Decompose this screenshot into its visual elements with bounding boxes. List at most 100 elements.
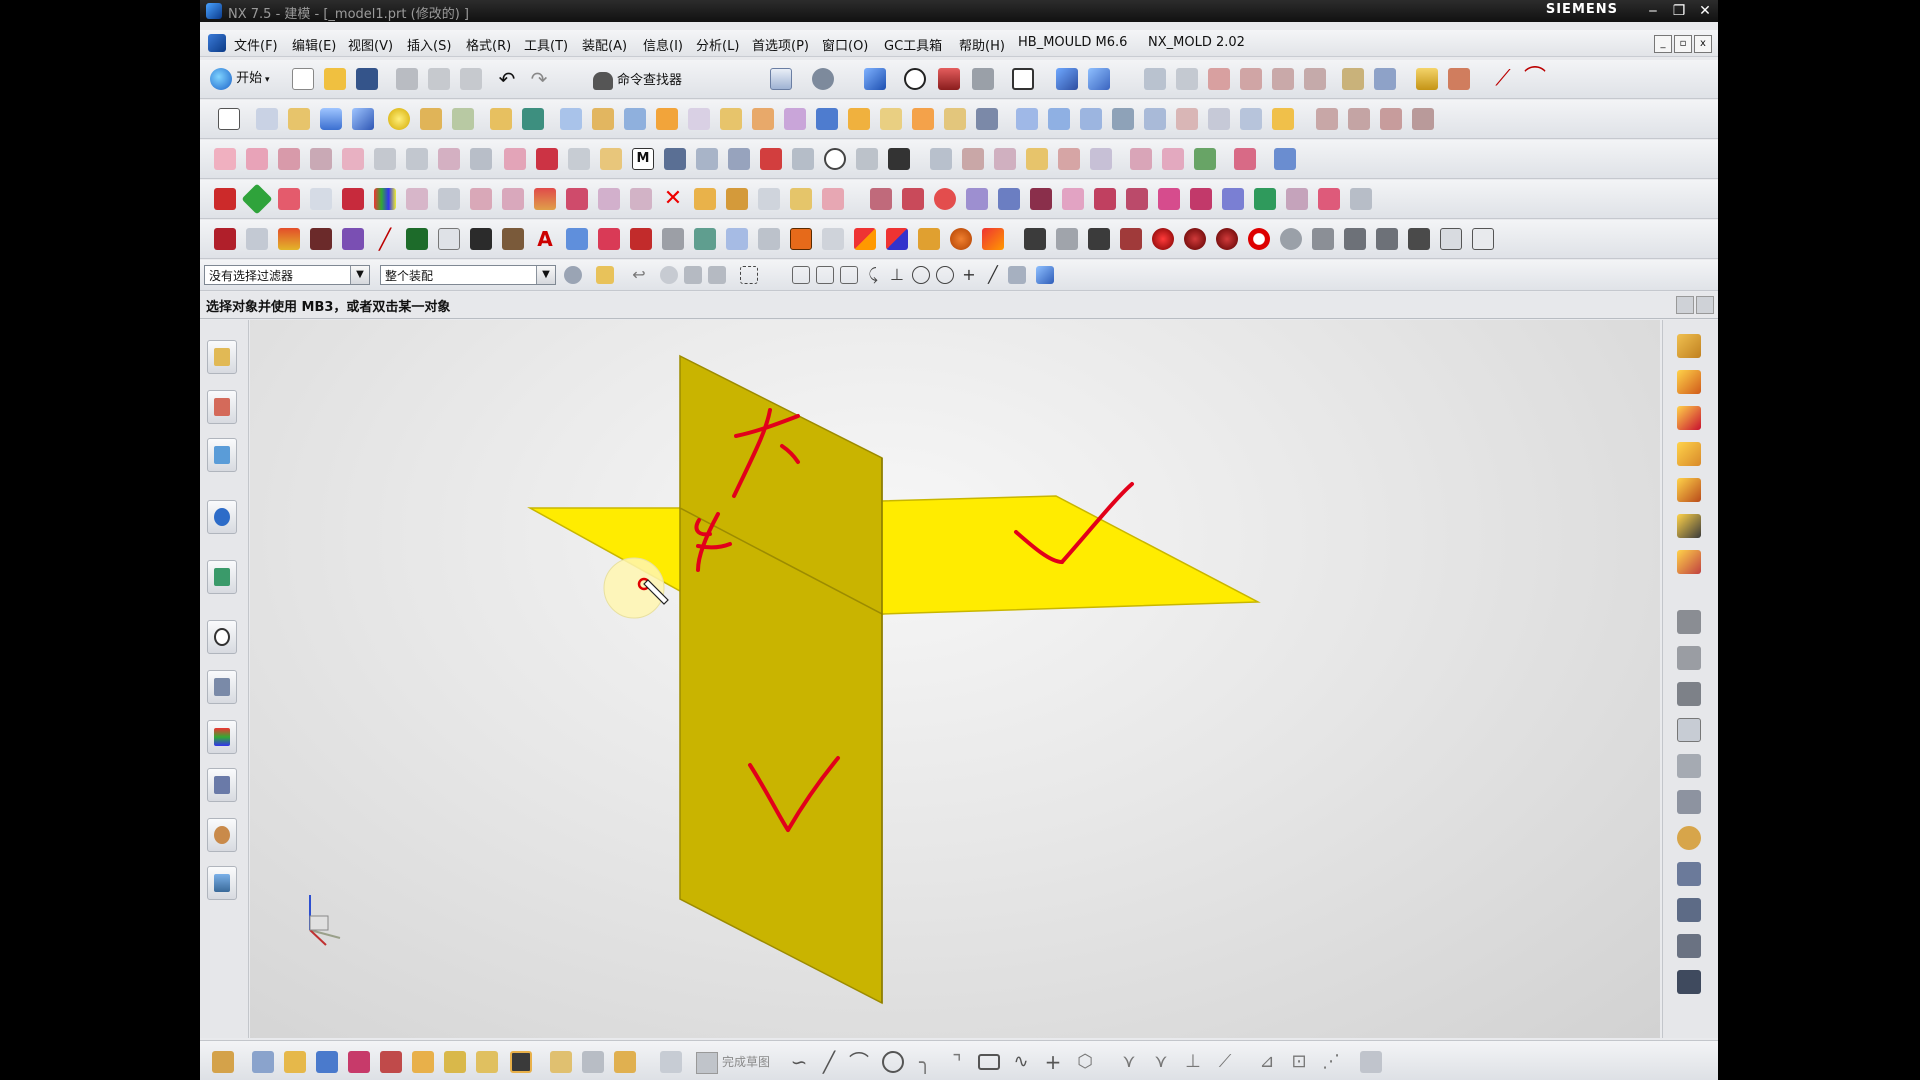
dark-ball-icon[interactable] bbox=[1184, 228, 1206, 250]
spline-icon[interactable] bbox=[342, 148, 364, 170]
minimize-button[interactable]: ‒ bbox=[1640, 0, 1666, 22]
split-body-icon[interactable] bbox=[816, 108, 838, 130]
extension-icon[interactable] bbox=[1208, 108, 1230, 130]
snap-icon[interactable] bbox=[1342, 68, 1364, 90]
csys-origin-icon[interactable] bbox=[1208, 68, 1230, 90]
dimension-icon[interactable] bbox=[1254, 188, 1276, 210]
cylinder-icon[interactable] bbox=[320, 108, 342, 130]
feature-select-icon[interactable] bbox=[708, 266, 726, 284]
hide-icon[interactable] bbox=[726, 188, 748, 210]
graphics-window[interactable] bbox=[250, 320, 1660, 1038]
wave-link-icon[interactable] bbox=[476, 1051, 498, 1073]
clearance-icon[interactable] bbox=[550, 1051, 572, 1073]
sketch-trim-icon[interactable] bbox=[902, 188, 924, 210]
copy-icon[interactable] bbox=[428, 68, 450, 90]
chamfer-icon[interactable] bbox=[688, 108, 710, 130]
trim-body-icon[interactable] bbox=[784, 108, 806, 130]
auto-dimension-icon[interactable] bbox=[1286, 188, 1308, 210]
transform-icon[interactable] bbox=[598, 188, 620, 210]
plate-icon[interactable] bbox=[1408, 228, 1430, 250]
object-display-icon[interactable] bbox=[694, 188, 716, 210]
doc-close-button[interactable]: x bbox=[1694, 35, 1712, 53]
section-curve-icon[interactable] bbox=[470, 148, 492, 170]
spring-icon[interactable] bbox=[1280, 228, 1302, 250]
datum-plane-icon[interactable] bbox=[944, 108, 966, 130]
playback-icon[interactable] bbox=[502, 188, 524, 210]
point-set-icon[interactable] bbox=[246, 148, 268, 170]
sketch-mode-icon[interactable] bbox=[660, 1051, 682, 1073]
quick-extend-icon[interactable] bbox=[1158, 188, 1180, 210]
sketch-rectangle-tool-icon[interactable] bbox=[978, 1054, 1000, 1070]
rectangle-icon[interactable] bbox=[278, 148, 300, 170]
helix-icon[interactable] bbox=[536, 148, 558, 170]
sketch-polygon-icon[interactable]: ⬡ bbox=[1074, 1051, 1096, 1073]
snap-arc-center-icon[interactable]: ⊥ bbox=[888, 266, 906, 284]
drawing-icon[interactable] bbox=[854, 228, 876, 250]
family-mold-icon[interactable] bbox=[1677, 478, 1701, 502]
thread-icon[interactable] bbox=[624, 108, 646, 130]
weight-icon[interactable] bbox=[582, 1051, 604, 1073]
tool-icon[interactable] bbox=[1088, 228, 1110, 250]
cube-icon[interactable] bbox=[342, 228, 364, 250]
curvature-icon[interactable] bbox=[962, 148, 984, 170]
mold-wizard-icon[interactable] bbox=[214, 228, 236, 250]
snap-existing-point-icon[interactable]: + bbox=[960, 266, 978, 284]
shaded-edges-icon[interactable] bbox=[938, 68, 960, 90]
sketch-icon[interactable] bbox=[218, 108, 240, 130]
electrode-icon[interactable] bbox=[758, 228, 780, 250]
sequence-icon[interactable] bbox=[444, 1051, 466, 1073]
remove-parameter-icon[interactable] bbox=[470, 188, 492, 210]
sphere-red-icon[interactable] bbox=[1216, 228, 1238, 250]
sketch-settings-icon[interactable] bbox=[1350, 188, 1372, 210]
add-component-icon[interactable] bbox=[252, 1051, 274, 1073]
arc-icon[interactable]: ⌒ bbox=[1524, 68, 1546, 90]
fit-view-icon[interactable] bbox=[770, 68, 792, 90]
csys-rotate-icon[interactable] bbox=[1240, 68, 1262, 90]
lifter-icon[interactable] bbox=[598, 228, 620, 250]
gate-icon[interactable] bbox=[694, 228, 716, 250]
snap-midpoint-icon[interactable] bbox=[816, 266, 834, 284]
move-component-icon[interactable] bbox=[316, 1051, 338, 1073]
flame-icon[interactable] bbox=[278, 228, 300, 250]
internet-explorer-tab[interactable] bbox=[207, 500, 237, 534]
cut-icon[interactable] bbox=[396, 68, 418, 90]
sketch-circle-tool-icon[interactable] bbox=[882, 1051, 904, 1073]
through-mesh-icon[interactable] bbox=[1080, 108, 1102, 130]
pattern-icon[interactable] bbox=[998, 188, 1020, 210]
triangle-icon[interactable] bbox=[856, 148, 878, 170]
snap-intersection-icon[interactable]: ⤹ bbox=[864, 266, 882, 284]
menu-help[interactable]: 帮助(H) bbox=[959, 35, 1005, 54]
mirror-icon[interactable] bbox=[1030, 188, 1052, 210]
gap-icon[interactable] bbox=[1162, 148, 1184, 170]
line-icon[interactable]: ⟋ bbox=[1492, 68, 1514, 90]
save-icon[interactable] bbox=[356, 68, 378, 90]
delete-icon[interactable]: ✕ bbox=[662, 188, 684, 210]
standard-part-icon[interactable] bbox=[1677, 610, 1701, 634]
workpiece-icon[interactable] bbox=[1677, 406, 1701, 430]
through-curves-icon[interactable] bbox=[1048, 108, 1070, 130]
rectangle-select-icon[interactable] bbox=[740, 266, 758, 284]
mold-base-icon[interactable] bbox=[310, 228, 332, 250]
menu-assembly[interactable]: 装配(A) bbox=[582, 35, 627, 54]
select-all-icon[interactable] bbox=[660, 266, 678, 284]
pillar-icon[interactable] bbox=[1472, 228, 1494, 250]
sketch-chamfer-tool-icon[interactable]: ⌝ bbox=[946, 1051, 968, 1073]
red-ball-icon[interactable] bbox=[1152, 228, 1174, 250]
section-view-icon[interactable] bbox=[1056, 68, 1078, 90]
offset-icon[interactable] bbox=[1062, 188, 1084, 210]
edit-position-icon[interactable] bbox=[278, 188, 300, 210]
macro-icon[interactable]: M bbox=[632, 148, 654, 170]
gear-icon[interactable] bbox=[564, 266, 582, 284]
layer-settings-icon[interactable] bbox=[1144, 68, 1166, 90]
parting-manager-icon[interactable] bbox=[1677, 550, 1701, 574]
ejector-icon[interactable] bbox=[630, 228, 652, 250]
paste-icon[interactable] bbox=[460, 68, 482, 90]
view-orientation-icon[interactable] bbox=[864, 68, 886, 90]
pocket-icon[interactable] bbox=[790, 228, 812, 250]
casting-icon[interactable] bbox=[950, 228, 972, 250]
hanger-icon[interactable] bbox=[1024, 228, 1046, 250]
sketch-arc-tool-icon[interactable]: ⌒ bbox=[848, 1051, 870, 1073]
grid-icon[interactable] bbox=[696, 148, 718, 170]
constraint-icon[interactable] bbox=[1222, 188, 1244, 210]
blend-icon[interactable] bbox=[656, 108, 678, 130]
